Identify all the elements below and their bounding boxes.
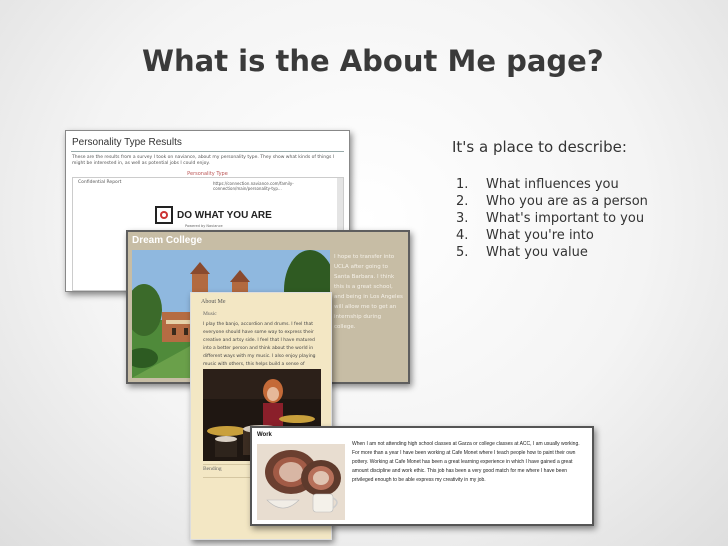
- describe-list: 1. What influences you 2. Who you are as a…: [452, 176, 722, 261]
- describe-intro: It's a place to describe:: [452, 138, 627, 156]
- dream-college-text: I hope to transfer into UCLA after going…: [334, 254, 403, 330]
- personality-header: Personality Type Results: [72, 137, 182, 148]
- list-item: 2. Who you are as a person: [456, 194, 648, 209]
- list-item-text: Who you are as a person: [486, 194, 648, 209]
- list-item-text: What you value: [486, 245, 588, 260]
- do-what-you-are-logo: DO WHAT YOU ARE Powered by Naviance: [155, 206, 272, 228]
- logo-text: DO WHAT YOU ARE: [177, 210, 272, 221]
- divider: [71, 151, 344, 152]
- work-screenshot: Work When I am not attending high school…: [250, 426, 594, 526]
- dream-college-title: Dream College: [132, 235, 203, 246]
- logo-icon: [155, 206, 173, 224]
- report-url: https://connection.naviance.com/family-c…: [213, 181, 294, 191]
- list-item-text: What you're into: [486, 228, 594, 243]
- list-item: 5. What you value: [456, 245, 588, 260]
- work-heading: Work: [257, 432, 272, 438]
- list-item: 4. What you're into: [456, 228, 594, 243]
- slide-title: What is the About Me page?: [142, 44, 604, 78]
- report-label: Confidential Report: [78, 180, 122, 185]
- describe-panel: It's a place to describe: 1. What influen…: [452, 138, 722, 261]
- personality-description: These are the results from a survey I to…: [72, 155, 335, 166]
- list-item-text: What's important to you: [486, 211, 645, 226]
- music-label: Music: [203, 311, 217, 317]
- list-item: 3. What's important to you: [456, 211, 645, 226]
- bending-label: Bending: [203, 466, 222, 472]
- list-item-text: What influences you: [486, 177, 619, 192]
- work-text: When I am not attending high school clas…: [352, 441, 580, 483]
- about-me-heading: About Me: [201, 299, 226, 305]
- list-item: 1. What influences you: [456, 177, 619, 192]
- logo-powered-by: Powered by Naviance: [185, 224, 223, 228]
- pottery-photo: [257, 444, 345, 520]
